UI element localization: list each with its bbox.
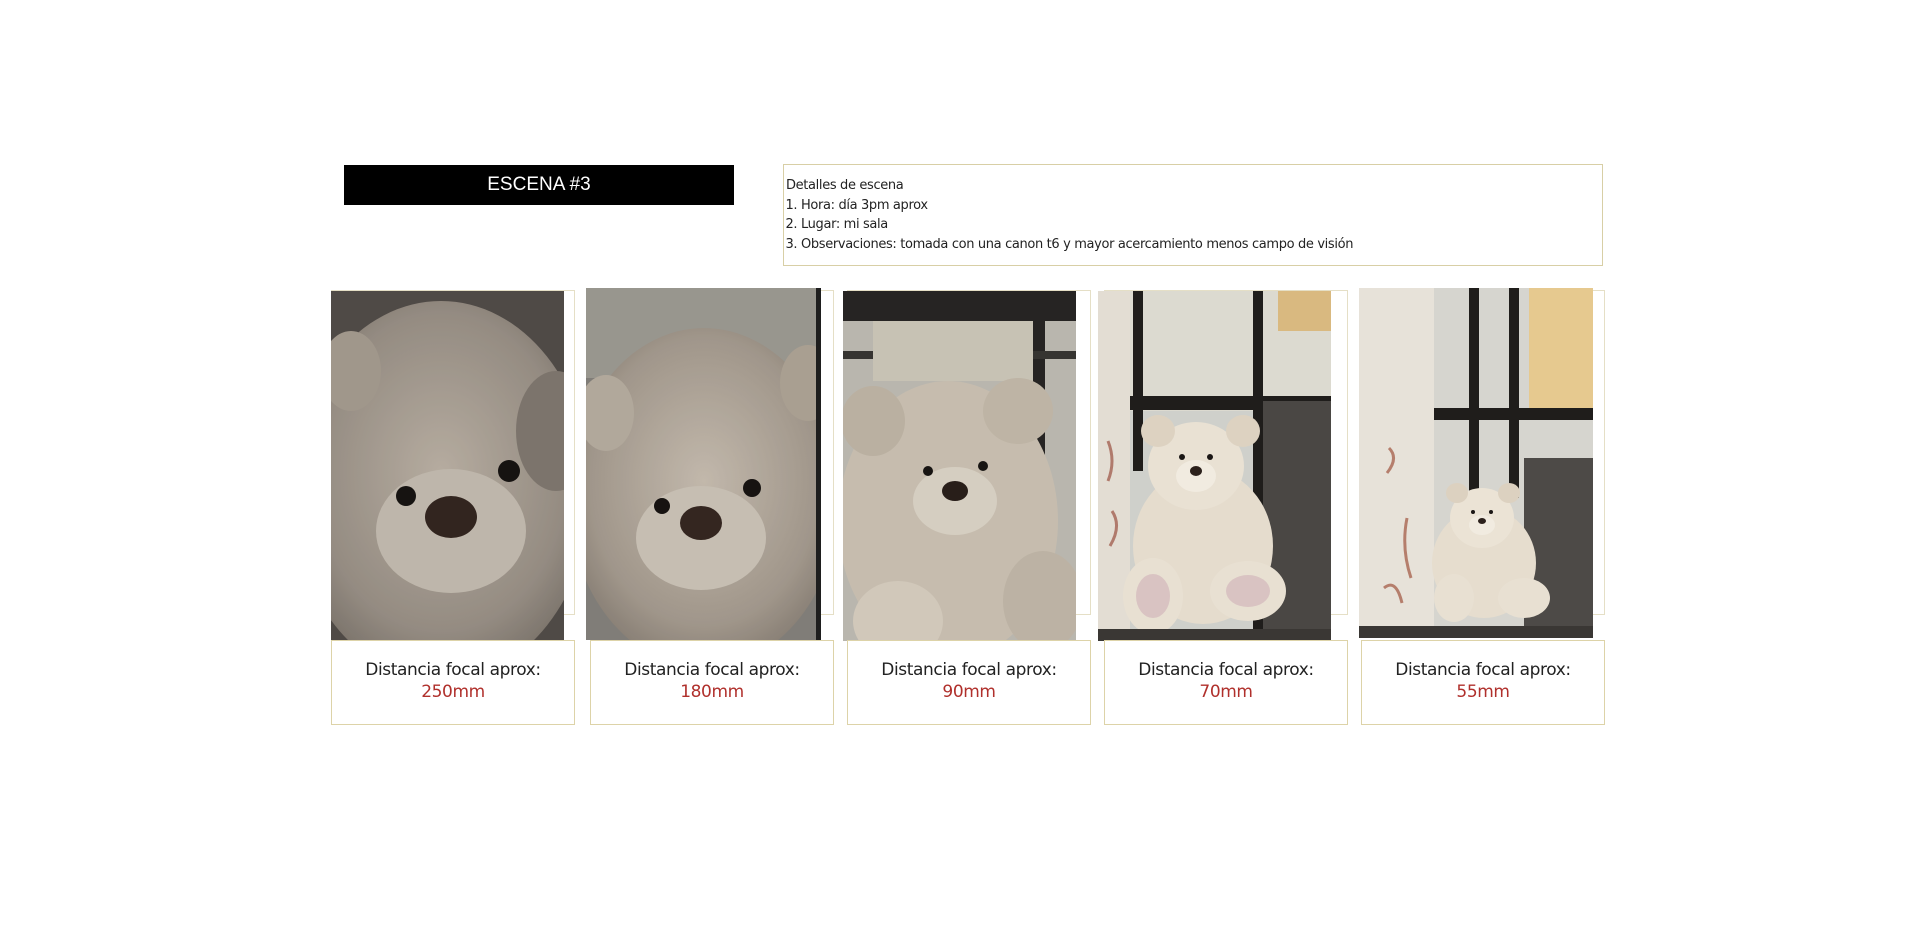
- focal-distance-value: 250mm: [421, 682, 485, 702]
- shot-caption-90mm: Distancia focal aprox: 90mm: [847, 640, 1091, 725]
- shot-caption-250mm: Distancia focal aprox: 250mm: [331, 640, 575, 725]
- focal-distance-value: 90mm: [942, 682, 996, 702]
- details-heading: Detalles de escena: [786, 178, 904, 193]
- focal-distance-value: 70mm: [1199, 682, 1253, 702]
- teddy-bear-medium-photo: [843, 291, 1076, 641]
- shot-caption-55mm: Distancia focal aprox: 55mm: [1361, 640, 1605, 725]
- teddy-bear-close-photo: [586, 288, 821, 640]
- details-item-notes: Observaciones: tomada con una canon t6 y…: [801, 235, 1600, 255]
- details-list: Hora: día 3pm aprox Lugar: mi sala Obser…: [786, 196, 1600, 255]
- focal-distance-label: Distancia focal aprox:: [365, 660, 541, 680]
- focal-distance-value: 180mm: [680, 682, 744, 702]
- focal-distance-value: 55mm: [1456, 682, 1510, 702]
- focal-distance-label: Distancia focal aprox:: [1395, 660, 1571, 680]
- details-item-place: Lugar: mi sala: [801, 215, 1600, 235]
- teddy-bear-wide-photo: [1359, 288, 1593, 638]
- details-item-time: Hora: día 3pm aprox: [801, 196, 1600, 216]
- teddy-bear-window-photo: [1098, 291, 1331, 641]
- focal-distance-label: Distancia focal aprox:: [624, 660, 800, 680]
- teddy-bear-closeup-photo: [331, 291, 564, 641]
- shot-caption-180mm: Distancia focal aprox: 180mm: [590, 640, 834, 725]
- focal-distance-label: Distancia focal aprox:: [881, 660, 1057, 680]
- shot-caption-70mm: Distancia focal aprox: 70mm: [1104, 640, 1348, 725]
- scene-details-box: Detalles de escena Hora: día 3pm aprox L…: [783, 164, 1603, 266]
- focal-distance-label: Distancia focal aprox:: [1138, 660, 1314, 680]
- scene-title: ESCENA #3: [344, 165, 734, 205]
- scene-page: ESCENA #3 Detalles de escena Hora: día 3…: [0, 0, 1920, 942]
